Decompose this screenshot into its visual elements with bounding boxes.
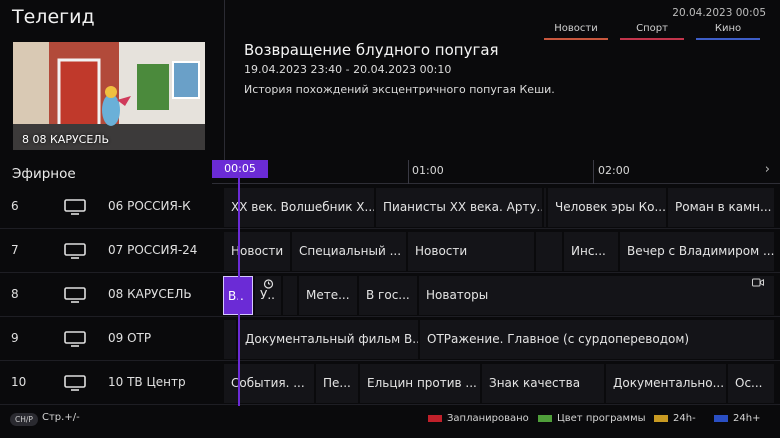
chevron-right-icon[interactable]: ›	[765, 162, 770, 177]
current-time-marker: 00:05	[212, 160, 268, 178]
filter-sport-bar	[620, 38, 684, 40]
red-key-icon	[428, 414, 442, 422]
video-camera-icon	[752, 278, 764, 287]
tv-icon	[64, 199, 86, 215]
program-title: Возвращение блудного попугая	[244, 41, 499, 59]
preview-channel-label: 8 08 КАРУСЕЛЬ	[22, 133, 110, 146]
channel-number: 9	[11, 331, 19, 345]
program-cell[interactable]	[536, 232, 564, 271]
program-cell[interactable]	[224, 320, 238, 359]
channel-name[interactable]: 08 КАРУСЕЛЬ	[108, 287, 192, 301]
program-cell[interactable]: Роман в камн...	[668, 188, 776, 227]
filter-sport[interactable]: Спорт	[620, 22, 684, 42]
program-cell[interactable]: Инс...	[564, 232, 620, 271]
program-cell[interactable]: Пе...	[316, 364, 360, 403]
program-cell[interactable]: Пианисты ХХ века. Арту...	[376, 188, 544, 227]
channel-row: 9 09 ОТР Документальный фильм В... ОТРаж…	[0, 318, 780, 361]
legend-24h-forward[interactable]: 24h+	[714, 413, 760, 424]
program-cell[interactable]: ОТРажение. Главное (с сурдопереводом)	[420, 320, 776, 359]
green-key-icon	[538, 414, 552, 422]
program-cell[interactable]	[283, 276, 299, 315]
yellow-key-icon	[654, 414, 668, 422]
program-description: История похождений эксцентричного попуга…	[244, 83, 555, 96]
program-time: 19.04.2023 23:40 - 20.04.2023 00:10	[244, 63, 452, 76]
channel-name[interactable]: 06 РОССИЯ-К	[108, 199, 191, 213]
section-label: Эфирное	[12, 166, 76, 182]
timeline-tick	[408, 160, 409, 184]
channel-row: 7 07 РОССИЯ-24 Новости Специальный ... Н…	[0, 230, 780, 273]
program-cell[interactable]: Мете...	[299, 276, 359, 315]
channel-preview[interactable]: 8 08 КАРУСЕЛЬ	[13, 42, 205, 150]
program-cell[interactable]: В гос...	[359, 276, 419, 315]
channel-number: 7	[11, 243, 19, 257]
channel-name[interactable]: 07 РОССИЯ-24	[108, 243, 197, 257]
program-cell[interactable]: ХХ век. Волшебник Х...	[224, 188, 376, 227]
channel-number: 6	[11, 199, 19, 213]
program-cell[interactable]: Новости	[408, 232, 536, 271]
program-cell[interactable]: Новости	[224, 232, 292, 271]
blue-key-icon	[714, 414, 728, 422]
channel-row: 6 06 РОССИЯ-К ХХ век. Волшебник Х... Пиа…	[0, 186, 780, 229]
page-key-label: Стр.+/-	[42, 412, 80, 423]
channel-number: 10	[11, 375, 27, 389]
program-cell[interactable]: Знак качества	[482, 364, 606, 403]
program-cell[interactable]: Ельцин против ...	[360, 364, 482, 403]
channel-row: 10 10 ТВ Центр События. ... Пе... Ельцин…	[0, 362, 780, 405]
program-cell[interactable]: Человек эры Ко...	[548, 188, 668, 227]
channel-name[interactable]: 10 ТВ Центр	[108, 375, 186, 389]
program-cell[interactable]: Специальный ...	[292, 232, 408, 271]
program-cell[interactable]: У..	[255, 276, 283, 315]
tv-icon	[64, 243, 86, 259]
filter-news-bar	[544, 38, 608, 40]
tv-icon	[64, 375, 86, 391]
timeline-label-0200: 02:00	[598, 164, 630, 177]
legend-24h-back[interactable]: 24h-	[654, 413, 696, 424]
legend-program-color-label: Цвет программы	[557, 413, 646, 424]
timeline-header: 00:05 01:00 02:00 ›	[212, 160, 780, 184]
program-cell[interactable]: Вечер с Владимиром ...	[620, 232, 776, 271]
program-cell[interactable]: Новаторы	[419, 276, 776, 315]
current-time-line	[238, 178, 240, 406]
current-datetime: 20.04.2023 00:05	[672, 7, 766, 19]
legend-24h-back-label: 24h-	[673, 413, 696, 424]
page-title: Телегид	[12, 6, 95, 28]
alarm-clock-icon	[263, 279, 274, 289]
tv-icon	[64, 331, 86, 347]
footer-bar: CH/P Стр.+/- Запланировано Цвет программ…	[0, 406, 780, 438]
legend-24h-forward-label: 24h+	[733, 413, 761, 424]
timeline-tick	[593, 160, 594, 184]
tv-icon	[64, 287, 86, 303]
filter-movies-label: Кино	[714, 23, 742, 34]
program-cell[interactable]: Документально...	[606, 364, 728, 403]
filter-news[interactable]: Новости	[544, 22, 608, 42]
timeline-label-0100: 01:00	[412, 164, 444, 177]
program-cell-label: У..	[260, 288, 275, 302]
filter-movies-bar	[696, 38, 760, 40]
filter-news-label: Новости	[554, 23, 598, 34]
legend-program-color[interactable]: Цвет программы	[538, 413, 646, 424]
channel-number: 8	[11, 287, 19, 301]
legend-planned[interactable]: Запланировано	[428, 413, 529, 424]
header-divider	[224, 0, 225, 160]
ch-page-key-icon: CH/P	[10, 413, 38, 426]
filter-movies[interactable]: Кино	[696, 22, 760, 42]
channel-row: 8 08 КАРУСЕЛЬ В.. У.. Мете... В гос... Н…	[0, 274, 780, 317]
program-cell[interactable]: Ос...	[728, 364, 776, 403]
filter-sport-label: Спорт	[636, 23, 668, 34]
channel-name[interactable]: 09 ОТР	[108, 331, 151, 345]
legend-planned-label: Запланировано	[447, 413, 529, 424]
program-cell[interactable]: Документальный фильм В...	[238, 320, 420, 359]
